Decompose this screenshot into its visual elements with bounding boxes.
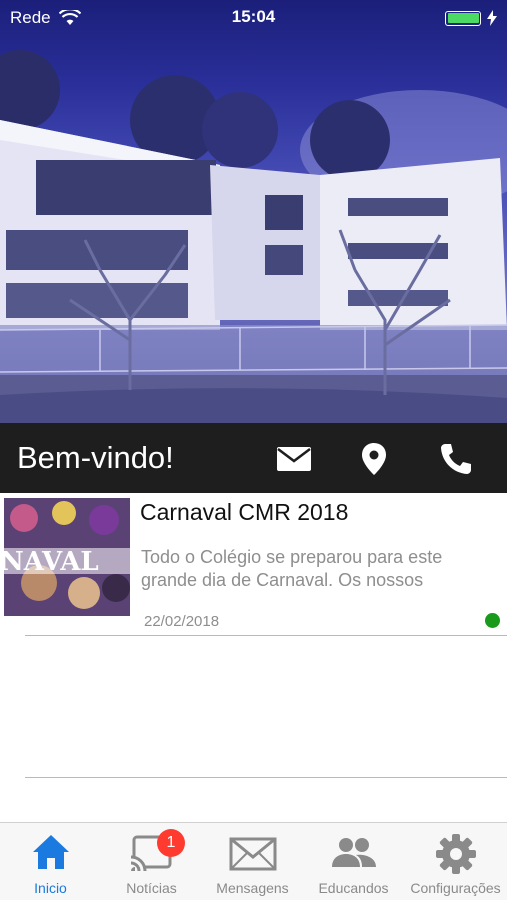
tab-noticias[interactable]: 1 Notícias xyxy=(101,823,202,900)
tab-label: Mensagens xyxy=(216,880,289,896)
notification-badge: 1 xyxy=(157,829,185,857)
home-icon xyxy=(32,835,69,869)
divider xyxy=(25,635,507,636)
news-summary: Todo o Colégio se preparou para este gra… xyxy=(141,547,443,590)
news-title: Carnaval CMR 2018 xyxy=(140,499,349,525)
people-icon xyxy=(331,838,376,867)
news-list-item[interactable]: NAVAL Carnaval CMR 2018 Todo o Colégio s… xyxy=(0,493,507,636)
battery-icon xyxy=(445,10,481,26)
tab-educandos[interactable]: Educandos xyxy=(303,823,404,900)
tab-bar: Inicio 1 Notícias Mensagens Educandos Co… xyxy=(0,822,507,900)
status-right xyxy=(445,10,497,26)
tab-inicio[interactable]: Inicio xyxy=(0,823,101,900)
tab-label: Configurações xyxy=(410,880,501,896)
svg-text:NAVAL: NAVAL xyxy=(4,547,99,577)
charging-icon xyxy=(487,10,497,26)
location-pin-icon[interactable] xyxy=(356,441,392,477)
tab-label: Notícias xyxy=(126,880,177,896)
news-date: 22/02/2018 xyxy=(144,613,220,630)
phone-icon[interactable] xyxy=(438,441,474,477)
tab-label: Inicio xyxy=(34,880,67,896)
status-bar: Rede 15:04 xyxy=(0,0,507,34)
news-status-dot xyxy=(485,613,500,628)
tab-label: Educandos xyxy=(318,880,389,896)
status-time: 15:04 xyxy=(231,7,276,26)
tab-configuracoes[interactable]: Configurações xyxy=(404,823,507,900)
envelope-icon xyxy=(229,837,276,871)
tab-mensagens[interactable]: Mensagens xyxy=(202,823,303,900)
welcome-title: Bem-vindo! xyxy=(17,440,174,475)
divider xyxy=(25,777,507,778)
welcome-bar: Bem-vindo! xyxy=(0,423,507,493)
mail-icon[interactable] xyxy=(276,441,312,477)
gear-icon xyxy=(435,834,476,874)
news-thumbnail: NAVAL xyxy=(4,498,130,616)
hero-image xyxy=(0,0,507,423)
